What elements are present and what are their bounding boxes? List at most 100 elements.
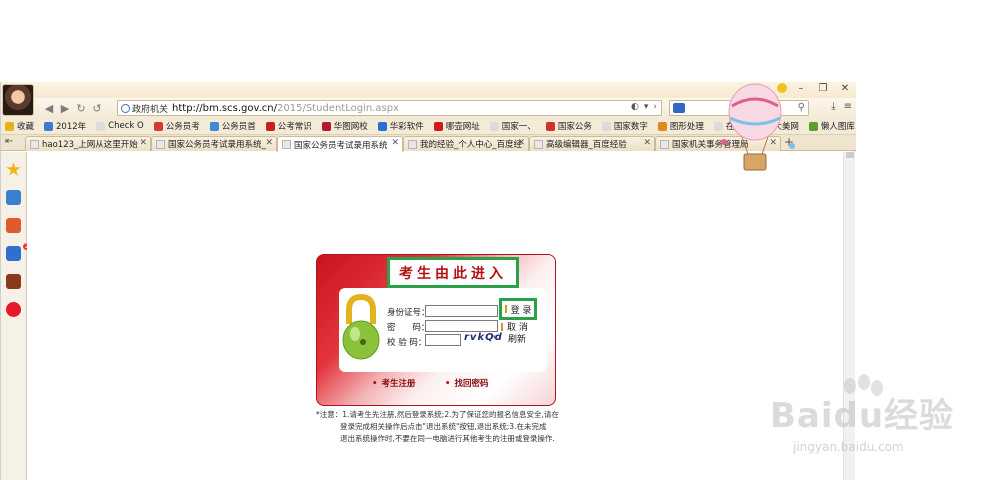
- tab-close-icon[interactable]: ✕: [391, 138, 399, 148]
- bookmark-item[interactable]: 在数字: [713, 120, 752, 132]
- bookmark-item[interactable]: 华图网校: [321, 120, 368, 132]
- tab-government-affairs[interactable]: 国家机关事务管理局 ✕: [655, 136, 781, 151]
- page-icon: [408, 139, 417, 149]
- page-icon: [282, 140, 291, 149]
- bookmark-item[interactable]: 2012年: [44, 120, 86, 132]
- tab-close-icon[interactable]: ✕: [769, 138, 777, 148]
- search-engine-icon[interactable]: [673, 103, 685, 113]
- reload-icon[interactable]: ↻: [73, 102, 89, 115]
- id-number-input[interactable]: [425, 305, 498, 317]
- bookmark-icon: [153, 121, 163, 131]
- site-badge: 政府机关: [121, 102, 168, 115]
- bookmark-label: 华图网校: [333, 122, 368, 132]
- captcha-label: 校 验 码：: [387, 338, 427, 348]
- browser-sidebar: 2: [1, 152, 31, 480]
- page-icon: [30, 139, 39, 149]
- captcha-arrow-icon: ▾: [493, 333, 497, 341]
- close-window-button[interactable]: ✕: [838, 83, 852, 94]
- login-button[interactable]: 登 录: [499, 298, 537, 320]
- tab-close-icon[interactable]: ✕: [643, 138, 651, 148]
- bookmark-icon: [545, 121, 555, 131]
- watermark-brand: Baidu经验: [770, 396, 955, 436]
- notice-text: *注意：1.请考生先注册,然后登录系统;2.为了保证您的报名信息安全,请在 登录…: [316, 409, 566, 445]
- bookmark-item[interactable]: 懒人图库: [808, 120, 855, 132]
- password-input[interactable]: [425, 320, 498, 332]
- user-avatar[interactable]: [2, 84, 34, 116]
- captcha-input[interactable]: [425, 334, 461, 346]
- tab-baidu-experience[interactable]: 我的经验_个人中心_百度经 ✕: [403, 136, 529, 151]
- download-icon[interactable]: ⤓: [831, 101, 835, 112]
- url-path: 2015/StudentLogin.aspx: [277, 102, 399, 114]
- dropdown-arrow-icon[interactable]: ▾: [644, 102, 649, 112]
- maximize-button[interactable]: ❐: [816, 83, 830, 94]
- weibo-share-icon[interactable]: [6, 190, 21, 205]
- bookmark-label: 在数字: [725, 122, 752, 132]
- tab-exam-system-active[interactable]: 国家公务员考试录用系统 ✕: [277, 136, 403, 152]
- tab-close-icon[interactable]: ✕: [265, 138, 273, 148]
- page-icon: [534, 139, 543, 149]
- bookmark-item[interactable]: 图形处理: [657, 120, 704, 132]
- bookmark-item[interactable]: 华彩软件: [377, 120, 424, 132]
- bookmark-icon: [44, 121, 54, 131]
- tab-close-icon[interactable]: ✕: [517, 138, 525, 148]
- app-store-icon[interactable]: [6, 218, 21, 233]
- menu-icon[interactable]: ≡: [844, 101, 852, 112]
- back-arrow-icon[interactable]: ◀: [41, 102, 57, 115]
- bookmark-label: 2012年: [56, 122, 87, 132]
- bookmark-label: 图形处理: [669, 122, 704, 132]
- bookmark-icon: [713, 121, 723, 131]
- undo-icon[interactable]: ↺: [89, 102, 105, 115]
- search-icon[interactable]: ⚲: [798, 102, 805, 113]
- weibo-icon[interactable]: [6, 302, 21, 317]
- address-tools: ◐ ▾ ›: [631, 102, 657, 112]
- tab-advanced-editor[interactable]: 高级编辑器_百度经验 ✕: [529, 136, 655, 151]
- bookmark-label: 公务员考: [165, 122, 200, 132]
- bookmark-item[interactable]: 公务员首: [209, 120, 256, 132]
- tab-exam-system-1[interactable]: 国家公务员考试录用系统_ ✕: [151, 136, 277, 151]
- login-title: 考生由此进入: [387, 257, 519, 288]
- bookmark-icon: [377, 121, 387, 131]
- bookmark-label: 大美网: [773, 122, 799, 132]
- forgot-password-link[interactable]: 找回密码: [445, 377, 488, 389]
- tab-back-icon[interactable]: ⇤: [5, 136, 13, 147]
- bookmark-item[interactable]: 收藏: [5, 120, 34, 132]
- title-bar: – ❐ ✕: [1, 82, 856, 98]
- bookmark-item[interactable]: 大美网: [761, 120, 799, 132]
- bookmark-item[interactable]: 公务员考: [153, 120, 200, 132]
- bookmark-item[interactable]: Check O: [96, 121, 144, 131]
- bookmark-label: 国家数字: [613, 122, 648, 132]
- bookmark-label: 公务员首: [221, 122, 256, 132]
- watermark-domain: jingyan.baidu.com: [793, 440, 904, 454]
- tieba-icon[interactable]: 2: [6, 243, 31, 261]
- bookmark-item[interactable]: 国家数字: [601, 120, 648, 132]
- bookmark-icon: [265, 121, 275, 131]
- address-bar[interactable]: 政府机关 http://bm.scs.gov.cn/ 2015/StudentL…: [117, 100, 662, 116]
- tab-hao123[interactable]: hao123_上网从这里开始 ✕: [25, 136, 151, 151]
- bookmark-label: 国家一、: [501, 122, 536, 132]
- new-tab-button[interactable]: +: [784, 135, 794, 149]
- go-arrow-icon[interactable]: ›: [653, 102, 657, 112]
- notes-icon[interactable]: [6, 274, 21, 289]
- bookmark-icon: [321, 121, 331, 131]
- bookmark-label: 懒人图库: [820, 122, 855, 132]
- bookmark-item[interactable]: 国家一、: [489, 120, 536, 132]
- tab-bar: ⇤ hao123_上网从这里开始 ✕ 国家公务员考试录用系统_ ✕ 国家公务员考试录…: [1, 135, 856, 152]
- bookmark-item[interactable]: 国家公务: [545, 120, 592, 132]
- bookmark-icon: [209, 121, 219, 131]
- scrollbar-thumb[interactable]: [846, 152, 854, 158]
- refresh-captcha-link[interactable]: 刷新: [508, 332, 526, 345]
- id-number-label: 身份证号：: [387, 308, 430, 318]
- search-box[interactable]: ⚲: [669, 100, 809, 116]
- password-label: 密 码：: [387, 323, 430, 333]
- bookmark-icon: [808, 121, 818, 131]
- bookmark-icon: [433, 121, 443, 131]
- bookmarks-bar: 收藏 2012年 Check O 公务员考 公务员首 公考常识 华图网校 华彩软件 哪壶网址 国家…: [1, 118, 856, 135]
- bookmark-item[interactable]: 哪壶网址: [433, 120, 480, 132]
- compat-mode-icon[interactable]: ◐: [631, 102, 639, 112]
- forward-arrow-icon[interactable]: ▶: [57, 102, 73, 115]
- bookmark-item[interactable]: 公考常识: [265, 120, 312, 132]
- minimize-button[interactable]: –: [794, 83, 808, 94]
- register-link[interactable]: 考生注册: [372, 377, 415, 389]
- favorites-star-icon[interactable]: [6, 162, 21, 176]
- tab-close-icon[interactable]: ✕: [139, 138, 147, 148]
